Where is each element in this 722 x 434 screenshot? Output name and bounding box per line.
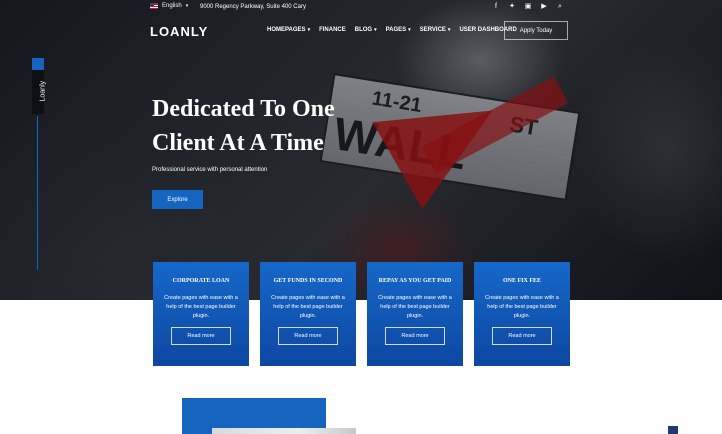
page: 11-21 ST WALL English ▾ 9000 Regency Par… [0, 0, 722, 434]
read-more-button[interactable]: Read more [171, 327, 231, 345]
linkedin-icon[interactable]: ▣ [524, 3, 532, 11]
language-selector[interactable]: English ▾ [150, 3, 188, 9]
card-title: REPAY AS YOU GET PAID [378, 278, 452, 284]
nav-label: BLOG [354, 27, 373, 33]
language-label: English [162, 3, 182, 9]
site-logo[interactable]: LOANLY [150, 24, 208, 39]
card-text: Create pages with ease with a help of th… [485, 295, 559, 319]
about-image [212, 428, 356, 434]
chevron-down-icon: ▾ [185, 3, 189, 9]
nav-label: SERVICE [419, 27, 446, 33]
nav-service[interactable]: SERVICE ▾ [420, 27, 451, 33]
apply-today-button[interactable]: Apply Today [504, 21, 568, 40]
top-bar: English ▾ 9000 Regency Parkway, Suite 40… [0, 0, 722, 16]
search-icon[interactable]: ⌕ [556, 3, 564, 11]
scroll-top-button[interactable] [668, 426, 678, 434]
hero-title-line1: Dedicated To One [152, 96, 335, 122]
hero-subtitle: Professional service with personal atten… [152, 167, 268, 173]
hero-section: 11-21 ST WALL English ▾ 9000 Regency Par… [0, 0, 722, 300]
side-tab-accent [32, 58, 44, 70]
address-text: 9000 Regency Parkway, Suite 400 Cary [200, 4, 306, 10]
read-more-button[interactable]: Read more [278, 327, 338, 345]
nav-homepages[interactable]: HOMEPAGES ▾ [267, 27, 310, 33]
card-title: CORPORATE LOAN [172, 278, 230, 284]
chevron-down-icon: ▾ [447, 27, 451, 33]
service-card-corporate-loan: CORPORATE LOAN Create pages with ease wi… [153, 262, 249, 366]
side-progress-line [37, 116, 38, 270]
card-title: ONE FIX FEE [502, 278, 541, 284]
card-text: Create pages with ease with a help of th… [271, 295, 345, 319]
card-text: Create pages with ease with a help of th… [378, 295, 452, 319]
service-card-fix-fee: ONE FIX FEE Create pages with ease with … [474, 262, 570, 366]
explore-button[interactable]: Explore [152, 190, 203, 209]
hero-title-line2: Client At A Time [152, 130, 324, 156]
side-tab-label: Loanly [39, 80, 47, 102]
read-more-button[interactable]: Read more [385, 327, 445, 345]
card-title: GET FUNDS IN SECOND [273, 278, 343, 284]
chevron-down-icon: ▾ [408, 27, 411, 33]
service-card-get-funds: GET FUNDS IN SECOND Create pages with ea… [260, 262, 356, 366]
nav-finance[interactable]: FINANCE [319, 27, 346, 33]
chevron-down-icon: ▾ [374, 27, 377, 33]
facebook-icon[interactable]: f [492, 3, 500, 11]
us-flag-icon [150, 3, 158, 9]
nav-label: FINANCE [319, 27, 346, 33]
social-links: f ✦ ▣ ▶ ⌕ [492, 3, 564, 11]
twitter-icon[interactable]: ✦ [508, 3, 516, 11]
hero-title: Dedicated To One Client At A Time [152, 92, 412, 160]
side-tab[interactable]: Loanly [32, 58, 47, 114]
youtube-icon[interactable]: ▶ [540, 3, 548, 11]
nav-label: PAGES [385, 27, 407, 33]
nav-blog[interactable]: BLOG ▾ [355, 27, 377, 33]
read-more-button[interactable]: Read more [492, 327, 552, 345]
nav-label: HOMEPAGES [267, 27, 306, 33]
chevron-down-icon: ▾ [307, 27, 311, 33]
main-nav: HOMEPAGES ▾ FINANCE BLOG ▾ PAGES ▾ SERVICE ▾… [267, 27, 517, 33]
service-card-repay: REPAY AS YOU GET PAID Create pages with … [367, 262, 463, 366]
card-text: Create pages with ease with a help of th… [164, 295, 238, 319]
nav-pages[interactable]: PAGES ▾ [386, 27, 411, 33]
